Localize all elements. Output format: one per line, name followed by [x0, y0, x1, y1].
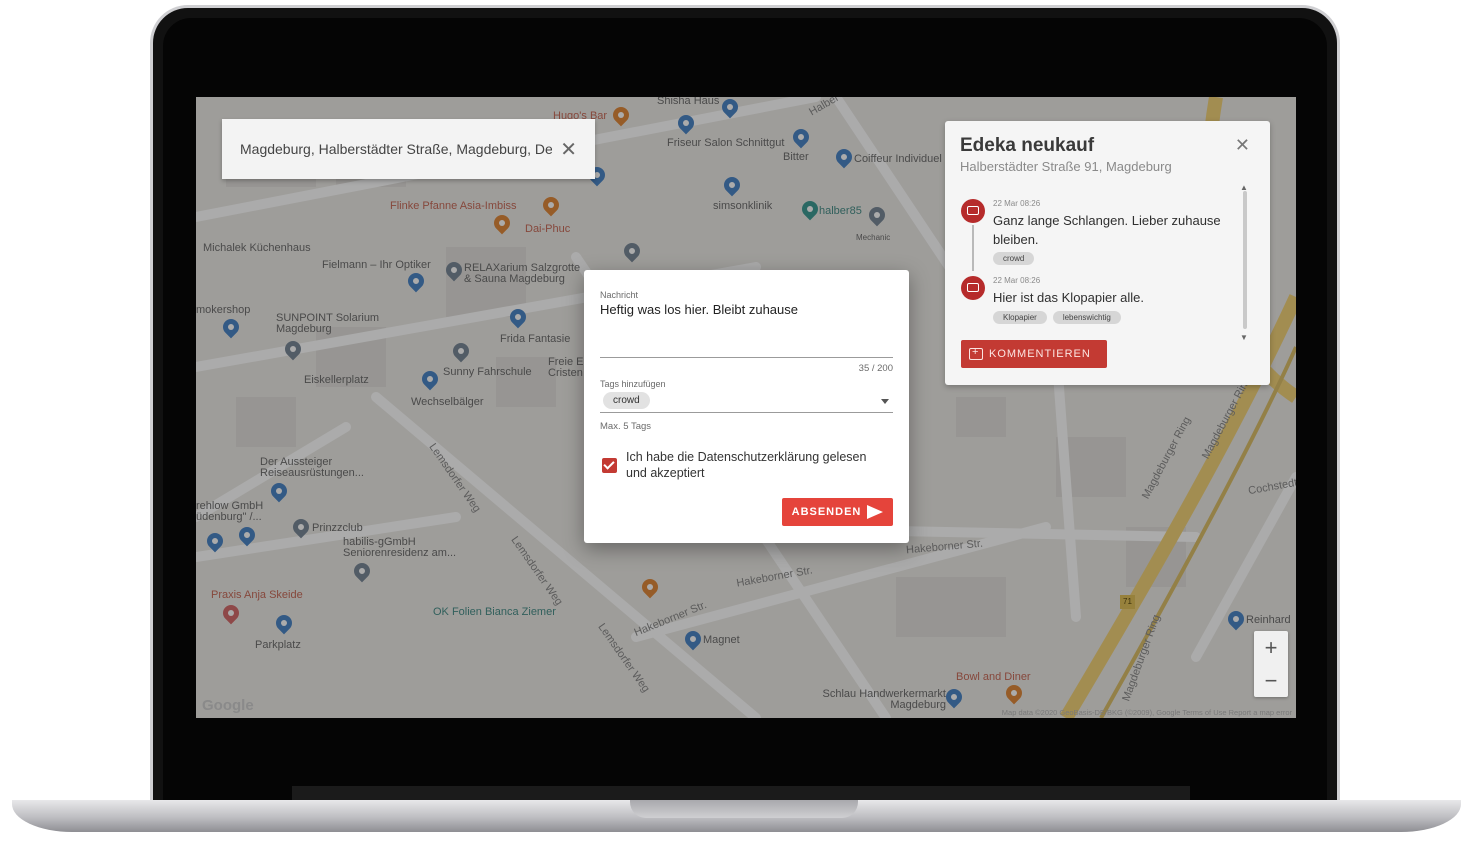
location-search-box[interactable]: Magdeburg, Halberstädter Straße, Magdebu… — [222, 119, 595, 179]
place-address: Halberstädter Straße 91, Magdeburg — [960, 159, 1172, 174]
new-comment-dialog: Nachricht Heftig was los hier. Bleibt zu… — [584, 270, 909, 543]
comment-button[interactable]: KOMMENTIEREN — [961, 340, 1107, 368]
char-counter: 35 / 200 — [858, 363, 893, 374]
place-title: Edeka neukauf — [960, 135, 1095, 156]
laptop-hinge — [292, 786, 1190, 800]
comment-item: 22 Mar 08:26 Hier ist das Klopapier alle… — [961, 276, 1221, 326]
search-input[interactable]: Magdeburg, Halberstädter Straße, Magdebu… — [240, 141, 552, 157]
comment-time: 22 Mar 08:26 — [993, 199, 1041, 208]
comment-text: Hier ist das Klopapier alle. — [993, 290, 1145, 305]
selected-tag-chip[interactable]: crowd — [603, 392, 650, 409]
comment-icon — [961, 199, 985, 223]
scroll-track[interactable] — [1243, 191, 1247, 329]
zoom-in-button[interactable]: + — [1254, 631, 1288, 664]
message-label: Nachricht — [600, 290, 639, 300]
comment-icon — [961, 276, 985, 300]
zoom-out-button[interactable]: − — [1254, 664, 1288, 697]
zoom-controls: + − — [1254, 631, 1288, 697]
comment-tags: Klopapier lebenswichtig — [993, 311, 1121, 324]
send-icon — [867, 505, 884, 519]
comment-item: 22 Mar 08:26 Ganz lange Schlangen. Liebe… — [961, 199, 1221, 271]
comment-text: Ganz lange Schlangen. Lieber zuhause ble… — [993, 213, 1221, 247]
submit-button-label: ABSENDEN — [791, 506, 862, 518]
map-attribution[interactable]: Map data ©2020 GeoBasis-DE/BKG (©2009), … — [1002, 708, 1292, 717]
tag-chip[interactable]: lebenswichtig — [1052, 311, 1121, 324]
tag-chip[interactable]: crowd — [993, 252, 1035, 265]
submit-button[interactable]: ABSENDEN — [782, 498, 893, 526]
clear-search-icon[interactable]: ✕ — [560, 137, 577, 162]
comment-button-label: KOMMENTIEREN — [989, 348, 1091, 360]
consent-label[interactable]: Ich habe die Datenschutzerklärung gelese… — [626, 449, 886, 481]
message-textarea[interactable]: Heftig was los hier. Bleibt zuhause — [600, 302, 890, 317]
close-panel-icon[interactable]: ✕ — [1235, 135, 1250, 156]
scroll-down-icon[interactable]: ▼ — [1240, 333, 1248, 342]
consent-checkbox[interactable] — [602, 458, 617, 473]
message-underline — [600, 357, 893, 358]
tags-label: Tags hinzufügen — [600, 379, 666, 389]
comment-tags: crowd — [993, 252, 1035, 265]
laptop-notch — [630, 800, 858, 818]
tag-chip[interactable]: Klopapier — [993, 311, 1047, 324]
comment-time: 22 Mar 08:26 — [993, 276, 1041, 285]
app-screen: Hugo's Bar Shisha Haus Friseur Salon Sch… — [196, 97, 1296, 718]
comment-divider — [972, 225, 974, 271]
place-detail-panel: Edeka neukauf Halberstädter Straße 91, M… — [945, 121, 1270, 385]
comments-scrollbar[interactable]: ▲ ▼ — [1240, 183, 1250, 342]
tags-select-underline[interactable] — [600, 412, 893, 413]
chevron-down-icon[interactable] — [881, 399, 889, 404]
tags-hint: Max. 5 Tags — [600, 421, 652, 432]
google-logo: Google — [202, 697, 254, 714]
add-comment-icon — [969, 346, 983, 360]
